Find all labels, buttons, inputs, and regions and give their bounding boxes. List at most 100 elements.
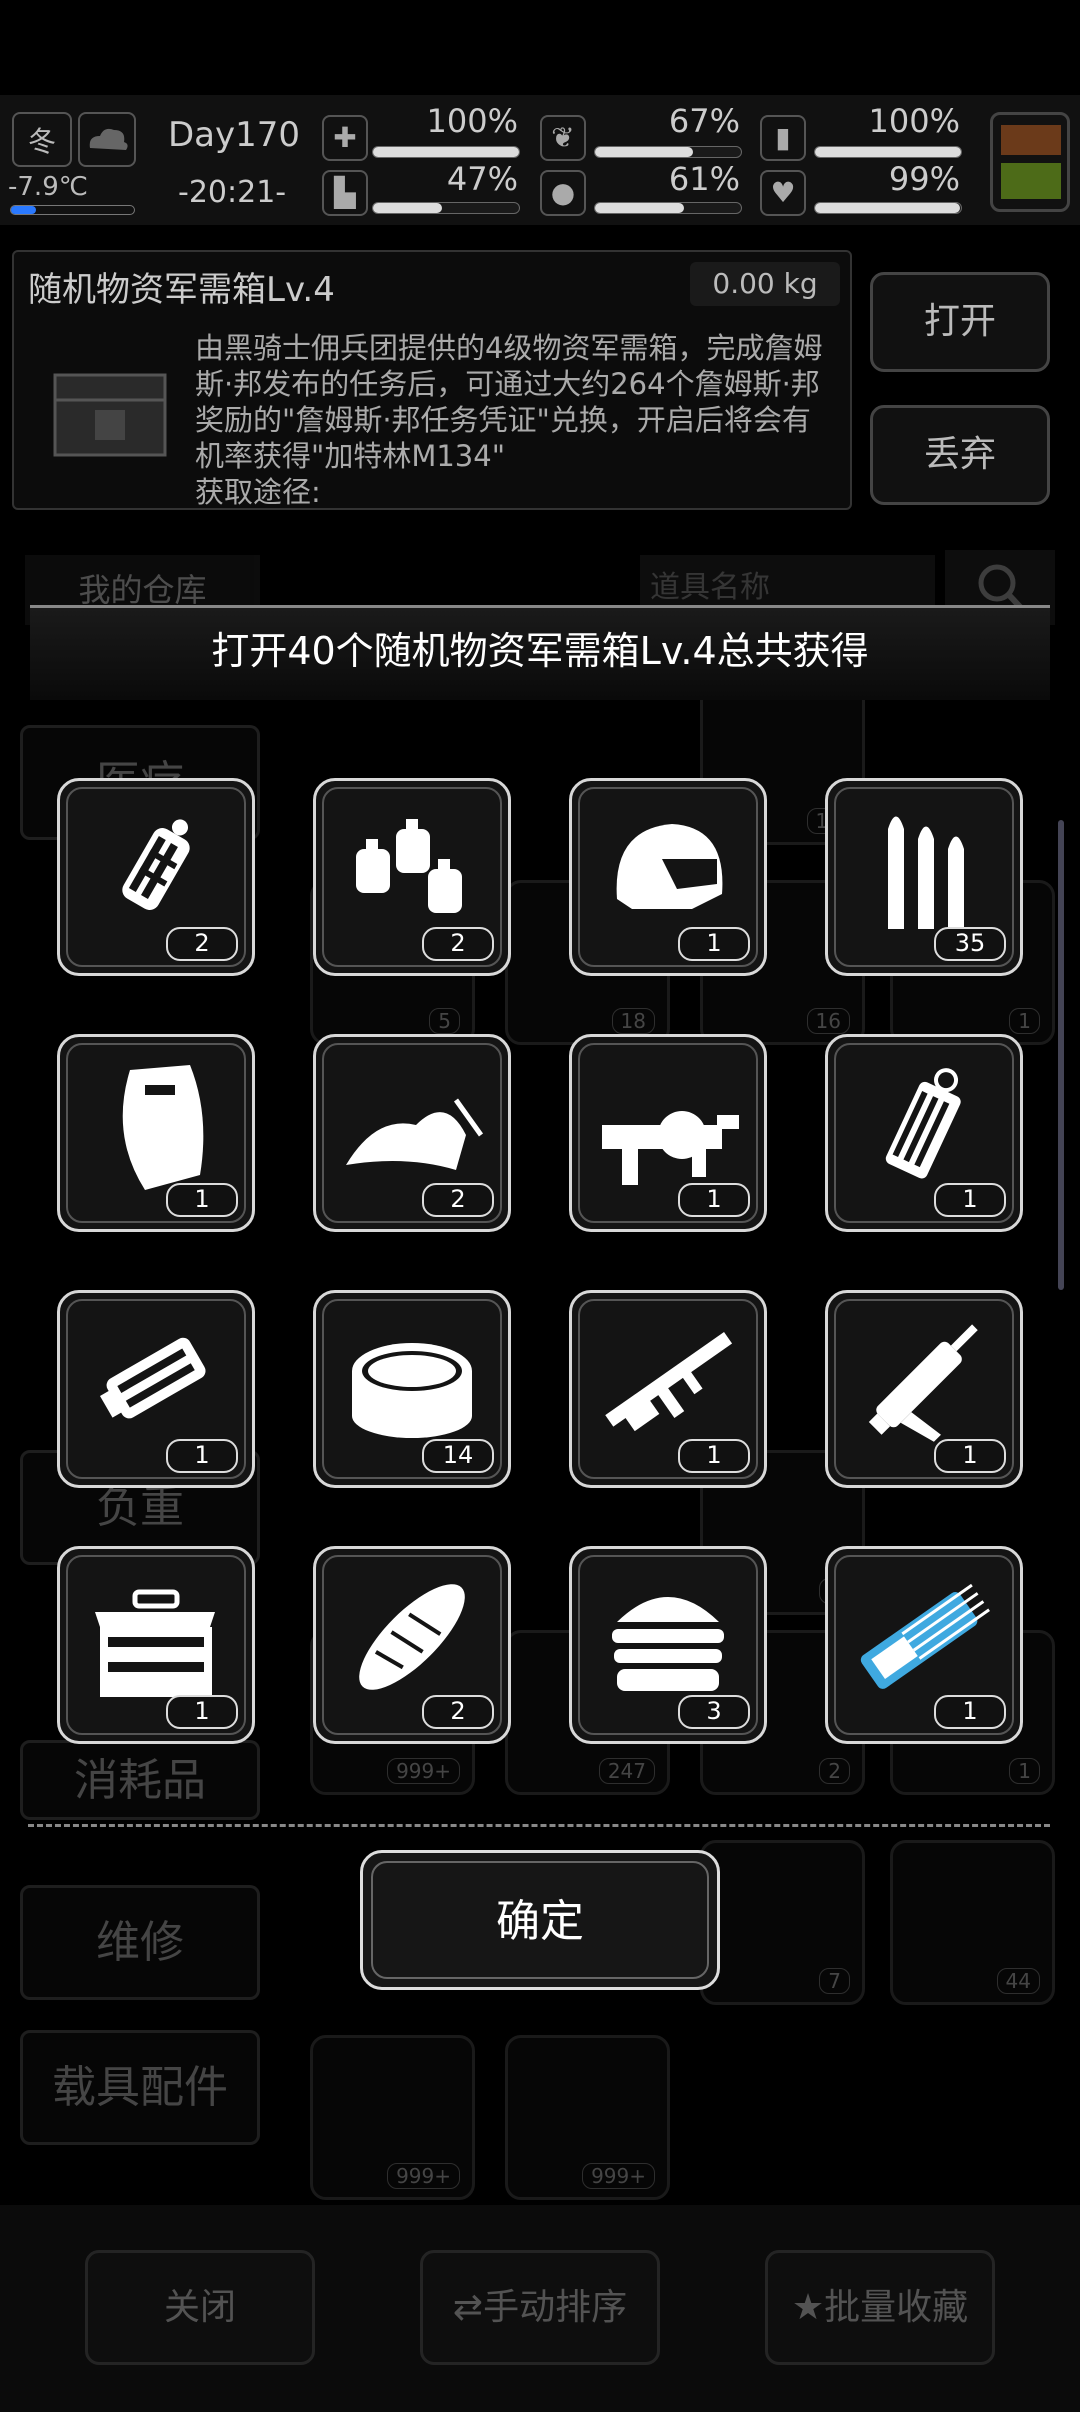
water-drop-icon: ● — [540, 170, 586, 216]
sort-arrows-icon: ⇄ — [452, 2287, 484, 2328]
item-name: 随机物资军需箱Lv.4 — [28, 270, 335, 310]
battery-icon: ▮ — [760, 115, 806, 161]
reward-item-slot[interactable]: 2 — [313, 778, 511, 976]
grenade-icon — [122, 819, 190, 910]
bread-icon — [359, 1584, 465, 1690]
star-icon: ★ — [791, 2287, 825, 2328]
mood-fill — [815, 203, 960, 213]
bg-item-slot[interactable]: 44 — [890, 1840, 1055, 2005]
season-indicator: 冬 — [12, 112, 72, 167]
item-quantity: 2 — [166, 927, 238, 961]
riot-shield-icon — [122, 1065, 204, 1190]
item-description: 由黑骑士佣兵团提供的4级物资军需箱，完成詹姆斯·邦发布的任务后，可通过大约264… — [195, 330, 835, 510]
caulk-gun-icon — [868, 1324, 978, 1442]
assault-rifle-icon — [605, 1332, 733, 1432]
category-vehicle-parts[interactable]: 载具配件 — [20, 2030, 260, 2145]
scrollbar[interactable] — [1058, 820, 1064, 1290]
reward-item-slot[interactable]: 1 — [57, 1290, 255, 1488]
reward-item-slot[interactable]: 14 — [313, 1290, 511, 1488]
reward-item-slot[interactable]: 1 — [57, 1546, 255, 1744]
health-bar — [372, 146, 520, 158]
helmet-icon — [616, 824, 723, 909]
clock: -20:21- — [178, 175, 287, 210]
reward-item-slot[interactable]: 1 — [569, 1290, 767, 1488]
energy-fill — [815, 147, 961, 157]
item-quantity: 2 — [422, 1695, 494, 1729]
reward-item-slot[interactable]: 2 — [313, 1546, 511, 1744]
reward-item-slot[interactable]: 35 — [825, 778, 1023, 976]
inventory-capacity-indicator — [990, 112, 1070, 212]
modal-title: 打开40个随机物资军需箱Lv.4总共获得 — [211, 629, 869, 673]
crashed-motorcycle-icon — [346, 1098, 484, 1170]
thirst-value: 61% — [668, 160, 740, 198]
thirst-bar — [594, 202, 742, 214]
mood-bar — [814, 202, 962, 214]
flashbang-icon — [885, 1068, 961, 1179]
stamina-value: 47% — [446, 160, 518, 198]
discard-button[interactable]: 丢弃 — [870, 405, 1050, 505]
weather-icon — [78, 112, 136, 167]
confirm-button[interactable]: 确定 — [360, 1850, 720, 1990]
item-quantity: 1 — [678, 1183, 750, 1217]
reward-item-slot[interactable]: 1 — [569, 778, 767, 976]
batch-favorite-label: 批量收藏 — [824, 2287, 969, 2328]
grenade-launcher-icon — [602, 1111, 739, 1185]
stamina-bar — [372, 202, 520, 214]
bg-item-slot[interactable]: 999+ — [310, 2035, 475, 2200]
item-quantity: 1 — [166, 1183, 238, 1217]
item-quantity: 1 — [166, 1439, 238, 1473]
temperature-label: -7.9℃ — [8, 172, 88, 202]
item-quantity: 1 — [934, 1183, 1006, 1217]
item-quantity: 1 — [934, 1695, 1006, 1729]
engine-part-icon — [100, 1337, 206, 1419]
item-quantity: 1 — [678, 1439, 750, 1473]
divider — [28, 1824, 1050, 1827]
reward-item-slot[interactable]: 2 — [57, 778, 255, 976]
item-weight: 0.00 kg — [690, 262, 840, 306]
reward-item-slot[interactable]: 1 — [57, 1034, 255, 1232]
hunger-bar — [594, 146, 742, 158]
stamina-fill — [373, 203, 442, 213]
reward-item-slot[interactable]: 1 — [569, 1034, 767, 1232]
reward-item-slot[interactable]: 3 — [569, 1546, 767, 1744]
manual-sort-button[interactable]: ⇄手动排序 — [420, 2250, 660, 2365]
category-consumables[interactable]: 消耗品 — [20, 1740, 260, 1820]
reward-item-slot[interactable]: 2 — [313, 1034, 511, 1232]
heart-icon: ♥ — [760, 170, 806, 216]
health-value: 100% — [426, 102, 518, 140]
toolbox-icon — [95, 1589, 215, 1697]
mood-value: 99% — [888, 160, 960, 198]
bg-item-slot[interactable]: 7 — [700, 1840, 865, 2005]
batch-favorite-button[interactable]: ★批量收藏 — [765, 2250, 995, 2365]
bullets-icon — [888, 816, 964, 929]
hunger-value: 67% — [668, 102, 740, 140]
reward-item-slot[interactable]: 1 — [825, 1546, 1023, 1744]
item-quantity: 2 — [422, 1183, 494, 1217]
medkit-icon: ✚ — [322, 115, 368, 161]
fuel-canisters-icon — [356, 819, 462, 913]
thirst-fill — [595, 203, 685, 213]
hunger-fill — [595, 147, 693, 157]
bg-item-slot[interactable]: 999+ — [505, 2035, 670, 2200]
item-quantity: 1 — [678, 927, 750, 961]
item-description-text: 由黑骑士佣兵团提供的4级物资军需箱，完成詹姆斯·邦发布的任务后，可通过大约264… — [195, 331, 823, 473]
confirm-label: 确定 — [371, 1861, 709, 1979]
temperature-bar — [10, 205, 135, 215]
energy-value: 100% — [868, 102, 960, 140]
close-button[interactable]: 关闭 — [85, 2250, 315, 2365]
item-source: 获取途径: — [195, 475, 321, 509]
reward-item-slot[interactable]: 1 — [825, 1290, 1023, 1488]
item-quantity: 14 — [422, 1439, 494, 1473]
health-fill — [373, 147, 519, 157]
gatling-gun-icon — [860, 1583, 990, 1689]
canned-food-icon — [352, 1343, 472, 1438]
burger-icon — [612, 1597, 724, 1691]
boot-icon: ▙ — [322, 170, 368, 216]
item-quantity: 1 — [166, 1695, 238, 1729]
reward-item-slot[interactable]: 1 — [825, 1034, 1023, 1232]
open-button[interactable]: 打开 — [870, 272, 1050, 372]
category-repair[interactable]: 维修 — [20, 1885, 260, 2000]
crate-icon — [45, 355, 175, 465]
stomach-icon: ❦ — [540, 115, 586, 161]
energy-bar — [814, 146, 962, 158]
